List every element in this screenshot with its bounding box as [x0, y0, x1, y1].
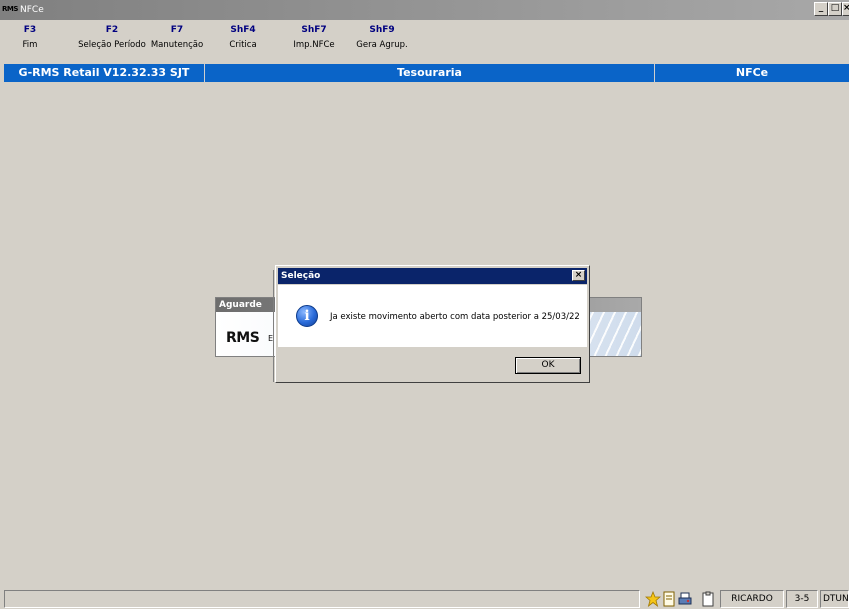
fkey-label: Seleção Período — [78, 40, 146, 50]
fkey-label: Critica — [229, 40, 257, 50]
status-message-area — [4, 590, 640, 608]
dialog-title: Seleção — [278, 268, 587, 284]
fkey-gera-agrup[interactable]: ShF9 Gera Agrup. — [356, 24, 408, 52]
fkey-code: F3 — [23, 25, 37, 35]
status-bar: RICARDO 3-5 DTUNF — [4, 588, 849, 609]
fkey-label: Gera Agrup. — [356, 40, 408, 50]
window-title: NFCe — [20, 5, 44, 15]
fkey-fim[interactable]: F3 Fim — [18, 24, 42, 52]
document-icon[interactable] — [661, 591, 677, 607]
fkey-code: F2 — [105, 25, 119, 35]
fkey-code: ShF9 — [369, 25, 395, 35]
ok-button[interactable]: OK — [515, 357, 581, 374]
clipboard-icon[interactable] — [700, 591, 716, 607]
rms-logo: RMS — [226, 330, 260, 346]
system-version: G-RMS Retail V12.32.33 SJT — [4, 64, 205, 82]
fkey-critica[interactable]: ShF4 Critica — [226, 24, 260, 52]
minimize-button[interactable]: _ — [814, 2, 828, 16]
info-icon: i — [296, 305, 318, 327]
dialog-message: Ja existe movimento aberto com data post… — [330, 312, 580, 322]
status-code: 3-5 — [786, 590, 818, 608]
fkey-label: Fim — [22, 40, 38, 50]
fkey-imp-nfce[interactable]: ShF7 Imp.NFCe — [292, 24, 336, 52]
app-logo-icon: RMS — [2, 5, 18, 13]
dialog-body: i Ja existe movimento aberto com data po… — [278, 285, 587, 347]
fkey-code: ShF7 — [301, 25, 327, 35]
status-extra: DTUNF — [820, 590, 849, 608]
fkey-label: Manutenção — [150, 40, 204, 50]
status-user: RICARDO — [720, 590, 784, 608]
star-icon[interactable] — [645, 591, 661, 607]
screen-name: NFCe — [735, 66, 769, 79]
fkey-selecao-periodo[interactable]: F2 Seleção Período — [74, 24, 150, 52]
maximize-button[interactable]: □ — [828, 2, 842, 16]
fkey-code: ShF4 — [230, 25, 256, 35]
function-key-toolbar: F3 Fim F2 Seleção Período F7 Manutenção … — [0, 20, 849, 62]
fkey-label: Imp.NFCe — [293, 40, 335, 50]
fkey-manutencao[interactable]: F7 Manutenção — [150, 24, 204, 52]
selecao-dialog: Seleção × i Ja existe movimento aberto c… — [275, 265, 590, 383]
module-header: G-RMS Retail V12.32.33 SJT Tesouraria NF… — [4, 64, 849, 82]
window-titlebar: RMS NFCe _ □ × — [0, 0, 849, 20]
printer-user-icon[interactable] — [677, 591, 693, 607]
fkey-code: F7 — [170, 25, 184, 35]
module-name: Tesouraria — [205, 64, 655, 82]
close-window-button[interactable]: × — [842, 2, 849, 16]
dialog-close-button[interactable]: × — [572, 270, 585, 281]
